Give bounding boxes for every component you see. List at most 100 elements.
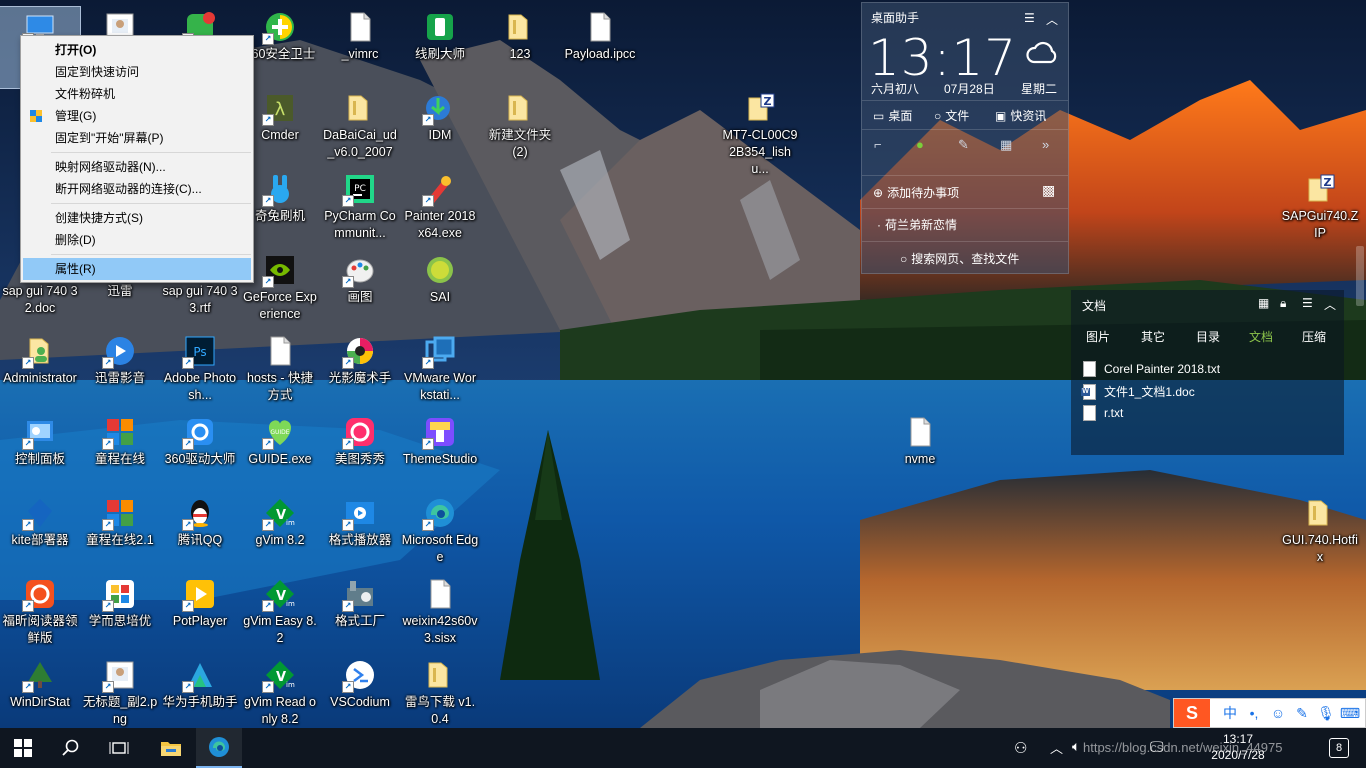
people-icon[interactable]: ⚇ xyxy=(1014,739,1027,757)
scrollbar[interactable] xyxy=(1356,246,1364,306)
notification-center-button[interactable]: 8 xyxy=(1329,738,1349,758)
docs-tab[interactable]: 图片 xyxy=(1086,328,1110,345)
icon-gvim[interactable]: Vim ↗ gVim 8.2 xyxy=(240,493,320,574)
docs-tab[interactable]: 目录 xyxy=(1196,328,1220,345)
menu-item[interactable]: 删除(D) xyxy=(21,229,253,251)
menu-item[interactable]: 映射网络驱动器(N)... xyxy=(21,156,253,178)
icon-tongcheng[interactable]: ↗ 童程在线 xyxy=(80,412,160,493)
collapse-icon[interactable]: ︿ xyxy=(1324,296,1336,313)
ime-mode[interactable]: 中 xyxy=(1218,703,1242,723)
icon-photoshop[interactable]: Ps ↗ Adobe Photosh... xyxy=(160,331,240,412)
task-view-button[interactable] xyxy=(96,728,142,768)
icon-untitled[interactable]: ↗ 无标题_副2.png xyxy=(80,655,160,736)
menu-item[interactable]: 文件粉碎机 xyxy=(21,83,253,105)
icon-360driver[interactable]: ↗ 360驱动大师 xyxy=(160,412,240,493)
icon-xianshua[interactable]: 线刷大师 xyxy=(400,7,480,88)
icon-sapgui-zip[interactable]: Z SAPGui740.ZIP xyxy=(1280,169,1360,250)
qrcode-icon[interactable]: ▩ xyxy=(1042,182,1055,199)
add-todo-button[interactable]: ⊕ 添加待办事项 xyxy=(873,184,959,201)
icon-vmware[interactable]: ↗ VMware Workstati... xyxy=(400,331,480,412)
icon-kite[interactable]: ↗ kite部署器 xyxy=(0,493,80,574)
icon-xunleiying[interactable]: ↗ 迅雷影音 xyxy=(80,331,160,412)
file-explorer-button[interactable] xyxy=(148,728,194,768)
sogou-logo-icon[interactable]: S xyxy=(1174,699,1210,727)
icon-newfolder2[interactable]: 新建文件夹 (2) xyxy=(480,88,560,169)
docs-file-item[interactable]: Corel Painter 2018.txt xyxy=(1083,361,1220,377)
icon-gui-hotfix[interactable]: GUI.740.Hotfix xyxy=(1280,493,1360,574)
lock-icon[interactable]: 🔒︎ xyxy=(1280,296,1286,311)
collapse-icon[interactable]: ︿ xyxy=(1046,11,1058,28)
icon-leiniao[interactable]: 雷鸟下载 v1.0.4 xyxy=(400,655,480,736)
icon-windirstat[interactable]: ↗ WinDirStat xyxy=(0,655,80,736)
cloud-weather-icon[interactable] xyxy=(1025,37,1059,67)
icon-huatu[interactable]: ↗ 画图 xyxy=(320,250,400,331)
menu-item[interactable]: 打开(O) xyxy=(21,39,253,61)
icon-vscodium[interactable]: ↗ VSCodium xyxy=(320,655,400,736)
icon-dabaicai[interactable]: DaBaiCai_ud_v6.0_2007 xyxy=(320,88,400,169)
edge-taskbar-button[interactable] xyxy=(196,728,242,768)
icon-potplayer[interactable]: ↗ PotPlayer xyxy=(160,574,240,655)
pen-icon[interactable]: ✎ xyxy=(1290,705,1314,722)
emoji-icon[interactable]: ☺ xyxy=(1266,705,1290,721)
icon-geshigongchang[interactable]: ↗ 格式工厂 xyxy=(320,574,400,655)
docs-file-item[interactable]: r.txt xyxy=(1083,405,1123,421)
icon-edge[interactable]: ↗ Microsoft Edge xyxy=(400,493,480,574)
icon-huawei[interactable]: ↗ 华为手机助手 xyxy=(160,655,240,736)
punctuation-icon[interactable]: •, xyxy=(1242,705,1266,721)
menu-item[interactable]: 属性(R) xyxy=(23,258,251,280)
icon-tongcheng21[interactable]: ↗ 童程在线2.1 xyxy=(80,493,160,574)
menu-icon[interactable]: ☰ xyxy=(1302,296,1313,310)
icon-qq[interactable]: ↗ 腾讯QQ xyxy=(160,493,240,574)
icon-themestudio[interactable]: ↗ ThemeStudio xyxy=(400,412,480,493)
docs-file-item[interactable]: 文件1_文档1.doc xyxy=(1081,383,1195,400)
icon-gvimeasy[interactable]: Vim ↗ gVim Easy 8.2 xyxy=(240,574,320,655)
menu-item[interactable]: 固定到"开始"屏幕(P) xyxy=(21,127,253,149)
web-search-box[interactable]: ○ 搜索网页、查找文件 xyxy=(900,250,1019,267)
icon-weixin-sisx[interactable]: weixin42s60v3.sisx xyxy=(400,574,480,655)
docs-tab[interactable]: 其它 xyxy=(1141,328,1165,345)
tab-news[interactable]: ▣ 快资讯 xyxy=(995,107,1046,124)
icon-sai[interactable]: SAI xyxy=(400,250,480,331)
icon-controlpanel[interactable]: ↗ 控制面板 xyxy=(0,412,80,493)
icon-idm[interactable]: ↗ IDM xyxy=(400,88,480,169)
green-dot-icon[interactable]: ● xyxy=(916,137,932,153)
grid-icon[interactable]: ▦ xyxy=(1000,137,1016,153)
edit-icon[interactable]: ✎ xyxy=(958,137,974,153)
menu-item[interactable]: 创建快捷方式(S) xyxy=(21,207,253,229)
start-button[interactable] xyxy=(0,728,46,768)
icon-vimrc[interactable]: _vimrc xyxy=(320,7,400,88)
icon-guide[interactable]: GUIDE ↗ GUIDE.exe xyxy=(240,412,320,493)
icon-painter[interactable]: ↗ Painter 2018 x64.exe xyxy=(400,169,480,250)
icon-payload[interactable]: Payload.ipcc xyxy=(560,7,640,88)
icon-123[interactable]: 123 xyxy=(480,7,560,88)
grid-view-icon[interactable]: ▦ xyxy=(1258,296,1269,310)
icon-meitu[interactable]: ↗ 美图秀秀 xyxy=(320,412,400,493)
docs-tab[interactable]: 文档 xyxy=(1249,328,1273,345)
menu-item[interactable]: 固定到快速访问 xyxy=(21,61,253,83)
tab-desktop[interactable]: ▭ 桌面 xyxy=(873,107,912,124)
icon-xueersi[interactable]: ↗ 学而思培优 xyxy=(80,574,160,655)
news-headline[interactable]: · 荷兰弟新恋情 xyxy=(877,216,957,233)
menu-item[interactable]: 断开网络驱动器的连接(C)... xyxy=(21,178,253,200)
more-icon[interactable]: » xyxy=(1042,137,1058,153)
icon-gvimread[interactable]: Vim ↗ gVim Read only 8.2 xyxy=(240,655,320,736)
tray-expand-icon[interactable]: ︿ xyxy=(1050,738,1063,757)
icon-foxit[interactable]: ↗ 福昕阅读器领鲜版 xyxy=(0,574,80,655)
icon-pycharm[interactable]: PC ↗ PyCharm Communit... xyxy=(320,169,400,250)
system-clock[interactable]: 13:17 2020/7/28 xyxy=(1206,731,1270,763)
menu-item[interactable]: 管理(G) xyxy=(21,105,253,127)
icon-nvme[interactable]: nvme xyxy=(880,412,960,493)
docs-tab[interactable]: 压缩 xyxy=(1302,328,1326,345)
icon-hosts[interactable]: hosts - 快捷方式 xyxy=(240,331,320,412)
crop-icon[interactable]: ⌐ xyxy=(874,137,890,153)
icon-geshiplayer[interactable]: ↗ 格式播放器 xyxy=(320,493,400,574)
icon-mt7[interactable]: Z MT7-CL00C92B354_lishu... xyxy=(720,88,800,176)
keyboard-icon[interactable]: ⌨ xyxy=(1338,705,1362,722)
tab-file-search[interactable]: ○ 文件 xyxy=(934,107,969,124)
network-icon[interactable]: 🖵︎ xyxy=(1150,738,1164,755)
microphone-icon[interactable]: 🎙︎ xyxy=(1314,705,1338,722)
icon-guangying[interactable]: ↗ 光影魔术手 xyxy=(320,331,400,412)
menu-icon[interactable]: ☰ xyxy=(1024,11,1035,25)
search-button[interactable] xyxy=(48,728,94,768)
volume-icon[interactable]: 🔈︎ xyxy=(1072,738,1080,755)
